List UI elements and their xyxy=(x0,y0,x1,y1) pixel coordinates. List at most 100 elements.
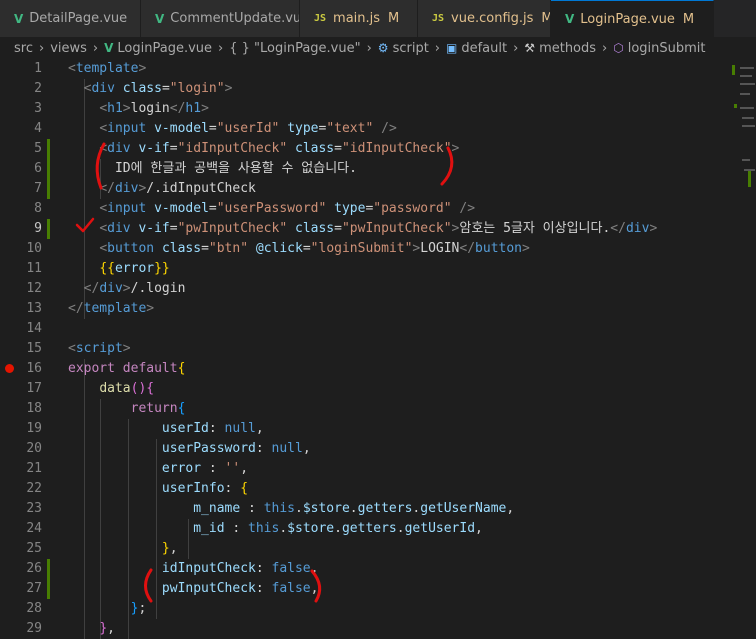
code-line[interactable]: 20 userPassword: null, xyxy=(0,439,756,459)
code-token: </ xyxy=(459,241,476,256)
gutter-change-marker[interactable] xyxy=(47,559,50,579)
code-line[interactable]: 16 export default{ xyxy=(0,359,756,379)
breadcrumb-script[interactable]: script xyxy=(393,41,429,56)
code-token: : xyxy=(201,461,225,476)
code-line[interactable]: 9 <div v-if="pwInputCheck" class="pwInpu… xyxy=(0,219,756,239)
breadcrumb-template[interactable]: { } "LoginPage.vue" xyxy=(229,41,360,56)
breadcrumb-default[interactable]: default xyxy=(461,41,507,56)
gutter-change-marker[interactable] xyxy=(47,159,50,179)
code-line[interactable]: 4 <input v-model="userId" type="text" /> xyxy=(0,119,756,139)
minimap-line xyxy=(742,117,754,119)
code-line[interactable]: 2 <div class="login"> xyxy=(0,79,756,99)
code-token: template xyxy=(75,61,139,76)
minimap[interactable] xyxy=(730,59,756,199)
code-line[interactable]: 6 ID에 한글과 공백을 사용할 수 없습니다. xyxy=(0,159,756,179)
chevron-right-icon: › xyxy=(602,40,608,56)
code-token: /> xyxy=(381,121,397,136)
code-editor[interactable]: 1 <template> 2 <div class="login"> 3 <h1>lo… xyxy=(0,59,756,639)
code-text: </div>/.login xyxy=(68,279,186,299)
code-token: { xyxy=(146,381,155,396)
line-number: 3 xyxy=(34,101,42,116)
code-line[interactable]: 3 <h1>login</h1> xyxy=(0,99,756,119)
code-line[interactable]: 11 {{error}} xyxy=(0,259,756,279)
breadcrumb-login-submit[interactable]: loginSubmit xyxy=(628,41,706,56)
code-token: login xyxy=(130,101,170,116)
code-line[interactable]: 24 m_id : this.$store.getters.getUserId, xyxy=(0,519,756,539)
code-token: type xyxy=(287,121,319,136)
vue-icon: V xyxy=(104,41,114,55)
chevron-right-icon: › xyxy=(366,40,372,56)
tab-loginpage-vue[interactable]: V LoginPage.vue M xyxy=(551,0,714,37)
code-line[interactable]: 10 <button class="btn" @click="loginSubm… xyxy=(0,239,756,259)
line-number: 13 xyxy=(26,301,42,316)
code-token: /.login xyxy=(130,281,186,296)
line-number: 23 xyxy=(26,501,42,516)
gutter-change-marker[interactable] xyxy=(47,579,50,599)
code-line[interactable]: 27 pwInputCheck: false, xyxy=(0,579,756,599)
code-token: /> xyxy=(459,201,476,216)
code-token: userPassword xyxy=(161,441,256,456)
code-line[interactable]: 26 idInputCheck: false, xyxy=(0,559,756,579)
code-text: }, xyxy=(68,539,178,559)
code-token: this xyxy=(248,521,280,536)
code-line[interactable]: 23 m_name : this.$store.getters.getUserN… xyxy=(0,499,756,519)
tab-vue-config-js[interactable]: JS vue.config.js M xyxy=(418,0,551,37)
code-line[interactable]: 1 <template> xyxy=(0,59,756,79)
code-line[interactable]: 29 }, xyxy=(0,619,756,639)
line-number: 6 xyxy=(34,161,42,176)
code-line[interactable]: 5 <div v-if="idInputCheck" class="idInpu… xyxy=(0,139,756,159)
code-line[interactable]: 7 </div>/.idInputCheck xyxy=(0,179,756,199)
code-line[interactable]: 22 userInfo: { xyxy=(0,479,756,499)
tab-commentupdate-vue[interactable]: V CommentUpdate.vue xyxy=(141,0,300,37)
code-line[interactable]: 28 }; xyxy=(0,599,756,619)
minimap-line xyxy=(740,93,750,95)
code-token: "loginSubmit" xyxy=(310,241,413,256)
code-token: type xyxy=(334,201,366,216)
breadcrumb-file[interactable]: LoginPage.vue xyxy=(117,41,212,56)
minimap-marker xyxy=(732,65,735,75)
code-token: = xyxy=(201,241,209,256)
code-token: : xyxy=(224,521,249,536)
code-line[interactable]: 8 <input v-model="userPassword" type="pa… xyxy=(0,199,756,219)
code-token: v-if xyxy=(138,141,170,156)
code-text: <div v-if="idInputCheck" class="idInputC… xyxy=(68,139,459,159)
code-token: > xyxy=(649,221,658,236)
code-line[interactable]: 25 }, xyxy=(0,539,756,559)
code-text: <div v-if="pwInputCheck" class="pwInputC… xyxy=(68,219,657,239)
code-line[interactable]: 15 <script> xyxy=(0,339,756,359)
code-token: </ xyxy=(99,181,115,196)
code-line[interactable]: 14 xyxy=(0,319,756,339)
code-line[interactable]: 19 userId: null, xyxy=(0,419,756,439)
code-token: h1 xyxy=(185,101,202,116)
vue-icon: V xyxy=(565,12,575,26)
gutter-change-marker[interactable] xyxy=(47,179,50,199)
code-line[interactable]: 12 </div>/.login xyxy=(0,279,756,299)
code-token: ; xyxy=(138,601,147,616)
code-line[interactable]: 21 error : '', xyxy=(0,459,756,479)
code-line[interactable]: 13 </template> xyxy=(0,299,756,319)
code-text: <div class="login"> xyxy=(68,79,233,99)
breadcrumb-src[interactable]: src xyxy=(14,41,33,56)
line-number: 22 xyxy=(26,481,42,496)
code-line[interactable]: 18 return{ xyxy=(0,399,756,419)
code-text: <button class="btn" @click="loginSubmit"… xyxy=(68,239,530,259)
code-token: : xyxy=(255,561,272,576)
gutter-change-marker[interactable] xyxy=(47,139,50,159)
breadcrumb-methods[interactable]: methods xyxy=(539,41,596,56)
line-number: 26 xyxy=(26,561,42,576)
chevron-right-icon: › xyxy=(513,40,519,56)
code-line[interactable]: 17 data(){ xyxy=(0,379,756,399)
code-token: class xyxy=(295,221,335,236)
minimap-marker xyxy=(734,104,737,108)
tab-main-js[interactable]: JS main.js M xyxy=(300,0,418,37)
code-token: input xyxy=(107,201,147,216)
code-token: "password" xyxy=(373,201,452,216)
breadcrumb-views[interactable]: views xyxy=(50,41,87,56)
tab-detailpage-vue[interactable]: V DetailPage.vue xyxy=(0,0,141,37)
gutter-change-marker[interactable] xyxy=(47,219,50,239)
